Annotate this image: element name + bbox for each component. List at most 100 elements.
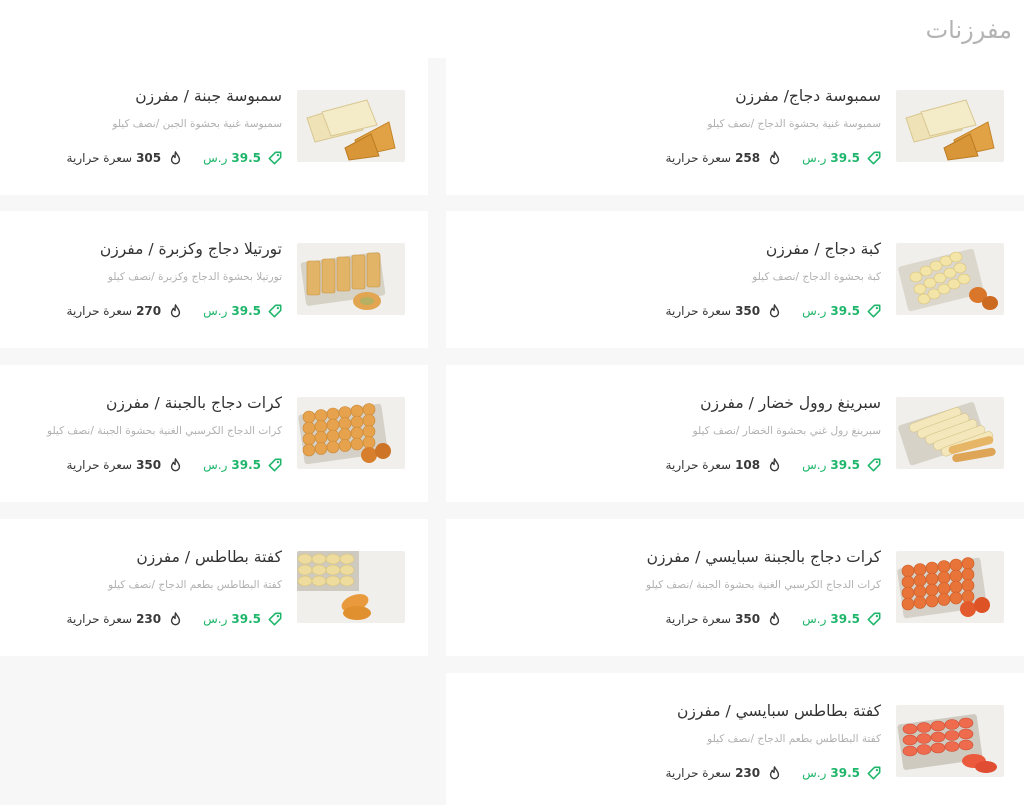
spring-roll-icon[interactable] bbox=[896, 397, 1004, 469]
price-currency: ر.س bbox=[802, 612, 827, 626]
flame-icon bbox=[769, 612, 780, 626]
menu-item-description: كفتة البطاطس بطعم الدجاج /نصف كيلو bbox=[108, 579, 282, 591]
menu-item-title[interactable]: كفتة بطاطس سبايسي / مفرزن bbox=[456, 701, 881, 721]
menu-item-title[interactable]: سبرينغ روول خضار / مفرزن bbox=[456, 393, 881, 413]
calories-value: 230 bbox=[136, 612, 162, 626]
samosa-icon[interactable] bbox=[896, 90, 1004, 162]
calories: 108 سعرة حرارية bbox=[666, 458, 781, 472]
calories: 230 سعرة حرارية bbox=[67, 612, 182, 626]
calories-value: 305 bbox=[136, 151, 162, 165]
price: 39.5 ر.س bbox=[802, 612, 881, 626]
menu-item-title[interactable]: كفتة بطاطس / مفرزن bbox=[14, 547, 282, 567]
price-currency: ر.س bbox=[802, 151, 827, 165]
menu-item-title[interactable]: كبة دجاج / مفرزن bbox=[456, 239, 881, 259]
menu-item-description: كرات الدجاج الكرسبي الغنية بحشوة الجبنة … bbox=[646, 579, 881, 591]
price-currency: ر.س bbox=[203, 458, 228, 472]
menu-item-info: سمبوسة دجاج/ مفرزن سمبوسة غنية بحشوة الد… bbox=[456, 86, 881, 167]
price-value: 39.5 bbox=[231, 304, 261, 318]
price-value: 39.5 bbox=[231, 612, 261, 626]
price: 39.5 ر.س bbox=[203, 304, 282, 318]
menu-page: مفرزنات سمبوسة دجاج/ مفرزن سمبوسة غنية ب… bbox=[0, 0, 1024, 805]
calories: 350 سعرة حرارية bbox=[666, 612, 781, 626]
kibbeh-icon[interactable] bbox=[896, 243, 1004, 315]
flame-icon bbox=[170, 304, 181, 318]
price-value: 39.5 bbox=[231, 151, 261, 165]
section-title: مفرزنات bbox=[925, 16, 1012, 44]
menu-item-title[interactable]: تورتيلا دجاج وكزبرة / مفرزن bbox=[14, 239, 282, 259]
flame-icon bbox=[769, 151, 780, 165]
calories-value: 270 bbox=[136, 304, 162, 318]
price: 39.5 ر.س bbox=[802, 151, 881, 165]
chicken-balls-icon[interactable] bbox=[297, 397, 405, 469]
calories-value: 350 bbox=[136, 458, 162, 472]
price-tag-icon bbox=[867, 612, 881, 626]
menu-item-title[interactable]: كرات دجاج بالجبنة سبايسي / مفرزن bbox=[456, 547, 881, 567]
price-value: 39.5 bbox=[830, 304, 860, 318]
potato-kofta-icon[interactable] bbox=[297, 551, 405, 623]
menu-item-card[interactable]: كرات دجاج بالجبنة سبايسي / مفرزن كرات ال… bbox=[446, 519, 1024, 656]
price: 39.5 ر.س bbox=[802, 304, 881, 318]
flame-icon bbox=[170, 458, 181, 472]
calories-value: 108 bbox=[735, 458, 761, 472]
menu-item-meta: 39.5 ر.س 350 سعرة حرارية bbox=[14, 456, 282, 474]
calories-value: 258 bbox=[735, 151, 761, 165]
menu-item-card[interactable]: كفتة بطاطس سبايسي / مفرزن كفتة البطاطس ب… bbox=[446, 673, 1024, 805]
menu-item-card[interactable]: كرات دجاج بالجبنة / مفرزن كرات الدجاج ال… bbox=[0, 365, 428, 502]
menu-item-title[interactable]: سمبوسة جبنة / مفرزن bbox=[14, 86, 282, 106]
price-tag-icon bbox=[867, 766, 881, 780]
price-tag-icon bbox=[268, 151, 282, 165]
tortilla-icon[interactable] bbox=[297, 243, 405, 315]
menu-item-description: كفتة البطاطس بطعم الدجاج /نصف كيلو bbox=[707, 733, 881, 745]
price-value: 39.5 bbox=[830, 458, 860, 472]
menu-item-title[interactable]: سمبوسة دجاج/ مفرزن bbox=[456, 86, 881, 106]
calories-value: 350 bbox=[735, 304, 761, 318]
calories-label: سعرة حرارية bbox=[665, 766, 732, 780]
spicy-balls-icon[interactable] bbox=[896, 551, 1004, 623]
calories-label: سعرة حرارية bbox=[665, 151, 732, 165]
menu-item-meta: 39.5 ر.س 230 سعرة حرارية bbox=[14, 610, 282, 628]
calories: 270 سعرة حرارية bbox=[67, 304, 182, 318]
calories-label: سعرة حرارية bbox=[66, 458, 133, 472]
price-currency: ر.س bbox=[802, 458, 827, 472]
price-value: 39.5 bbox=[830, 151, 860, 165]
section-header: مفرزنات bbox=[0, 0, 1024, 58]
price-tag-icon bbox=[867, 304, 881, 318]
menu-item-card[interactable]: كبة دجاج / مفرزن كبة بحشوة الدجاج /نصف ك… bbox=[446, 211, 1024, 348]
menu-item-card[interactable]: سبرينغ روول خضار / مفرزن سبرينغ رول غني … bbox=[446, 365, 1024, 502]
calories-label: سعرة حرارية bbox=[665, 304, 732, 318]
menu-item-meta: 39.5 ر.س 108 سعرة حرارية bbox=[456, 456, 881, 474]
menu-item-description: سمبوسة غنية بحشوة الدجاج /نصف كيلو bbox=[707, 118, 881, 130]
spicy-potato-kofta-icon[interactable] bbox=[896, 705, 1004, 777]
samosa-icon[interactable] bbox=[297, 90, 405, 162]
price-currency: ر.س bbox=[203, 612, 228, 626]
flame-icon bbox=[769, 458, 780, 472]
menu-item-card[interactable]: سمبوسة جبنة / مفرزن سمبوسة غنية بحشوة ال… bbox=[0, 58, 428, 195]
price: 39.5 ر.س bbox=[802, 458, 881, 472]
price-tag-icon bbox=[268, 458, 282, 472]
menu-item-meta: 39.5 ر.س 270 سعرة حرارية bbox=[14, 302, 282, 320]
calories-label: سعرة حرارية bbox=[66, 151, 133, 165]
menu-item-meta: 39.5 ر.س 350 سعرة حرارية bbox=[456, 302, 881, 320]
calories-value: 350 bbox=[735, 612, 761, 626]
menu-item-description: سمبوسة غنية بحشوة الجبن /نصف كيلو bbox=[112, 118, 282, 130]
menu-item-title[interactable]: كرات دجاج بالجبنة / مفرزن bbox=[14, 393, 282, 413]
flame-icon bbox=[769, 304, 780, 318]
menu-item-meta: 39.5 ر.س 258 سعرة حرارية bbox=[456, 149, 881, 167]
price-tag-icon bbox=[867, 458, 881, 472]
price-value: 39.5 bbox=[830, 766, 860, 780]
price: 39.5 ر.س bbox=[203, 612, 282, 626]
price-tag-icon bbox=[867, 151, 881, 165]
menu-item-card[interactable]: سمبوسة دجاج/ مفرزن سمبوسة غنية بحشوة الد… bbox=[446, 58, 1024, 195]
menu-item-info: كرات دجاج بالجبنة / مفرزن كرات الدجاج ال… bbox=[14, 393, 282, 474]
menu-item-card[interactable]: تورتيلا دجاج وكزبرة / مفرزن تورتيلا بحشو… bbox=[0, 211, 428, 348]
price-currency: ر.س bbox=[802, 766, 827, 780]
calories-label: سعرة حرارية bbox=[66, 304, 133, 318]
calories-value: 230 bbox=[735, 766, 761, 780]
menu-item-meta: 39.5 ر.س 305 سعرة حرارية bbox=[14, 149, 282, 167]
menu-item-info: كفتة بطاطس سبايسي / مفرزن كفتة البطاطس ب… bbox=[456, 701, 881, 782]
price: 39.5 ر.س bbox=[802, 766, 881, 780]
price-value: 39.5 bbox=[231, 458, 261, 472]
menu-item-meta: 39.5 ر.س 350 سعرة حرارية bbox=[456, 610, 881, 628]
calories: 305 سعرة حرارية bbox=[67, 151, 182, 165]
menu-item-card[interactable]: كفتة بطاطس / مفرزن كفتة البطاطس بطعم الد… bbox=[0, 519, 428, 656]
